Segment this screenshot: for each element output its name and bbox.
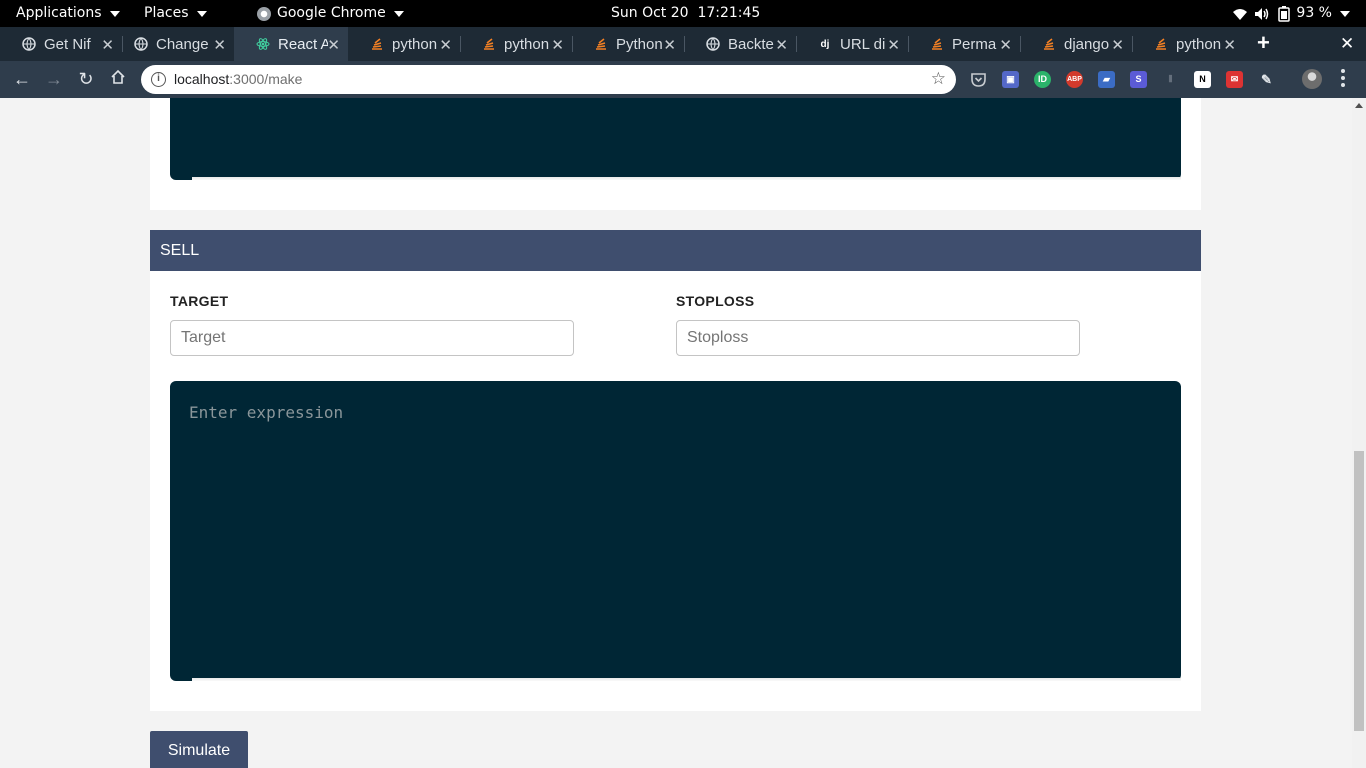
scrollbar-thumb[interactable] [1354, 451, 1364, 731]
battery-label: 93 % [1296, 5, 1332, 21]
extension-icon[interactable]: S [1130, 71, 1147, 88]
applications-label: Applications [16, 5, 102, 21]
chevron-down-icon [196, 10, 207, 17]
adblock-icon[interactable]: ABP [1066, 71, 1083, 88]
close-icon[interactable]: ✕ [663, 36, 676, 54]
datetime-label: Sun Oct 20 17:21:45 [611, 5, 761, 21]
chrome-icon [257, 6, 271, 21]
extension-icon[interactable]: ✎ [1258, 71, 1275, 88]
stackoverflow-icon [594, 37, 608, 51]
close-icon[interactable]: ✕ [439, 36, 452, 54]
stoploss-label: STOPLOSS [676, 293, 755, 309]
volume-icon [1255, 7, 1269, 20]
chevron-down-icon [1340, 10, 1350, 17]
tab-strip: Get Nif ✕ Change ✕ React A ✕ python ✕ py… [0, 27, 1366, 61]
page-scrollbar[interactable] [1352, 98, 1366, 768]
applications-menu[interactable]: Applications [16, 0, 120, 27]
buy-expression-editor[interactable] [170, 98, 1181, 180]
bookmark-star-icon[interactable]: ☆ [931, 69, 946, 89]
home-button[interactable] [108, 69, 128, 89]
browser-tab[interactable]: python ✕ [348, 27, 460, 61]
browser-tab[interactable]: Get Nif ✕ [0, 27, 122, 61]
browser-tab-active[interactable]: React A ✕ [234, 27, 348, 61]
sell-card: SELL TARGET STOPLOSS [150, 230, 1201, 711]
stoploss-input[interactable] [676, 320, 1080, 356]
new-tab-button[interactable]: + [1257, 32, 1270, 54]
page-viewport: SELL TARGET STOPLOSS Simulate [0, 98, 1352, 768]
browser-tab[interactable]: Python ✕ [572, 27, 684, 61]
close-icon[interactable]: ✕ [327, 36, 340, 54]
globe-icon [706, 37, 720, 51]
stackoverflow-icon [930, 37, 944, 51]
browser-tab[interactable]: Perma ✕ [908, 27, 1020, 61]
app-menu-label: Google Chrome [277, 5, 386, 21]
app-menu[interactable]: Google Chrome [257, 0, 404, 27]
places-label: Places [144, 5, 189, 21]
system-status-menu[interactable]: 93 % [1232, 0, 1350, 27]
close-icon[interactable]: ✕ [887, 36, 900, 54]
editor-resize-edge [192, 177, 1181, 180]
close-icon[interactable]: ✕ [1111, 36, 1124, 54]
chevron-down-icon [393, 10, 404, 17]
reload-button[interactable]: ↻ [76, 69, 96, 89]
extension-icon[interactable]: ✉ [1226, 71, 1243, 88]
home-icon [111, 69, 125, 84]
close-icon[interactable]: ✕ [551, 36, 564, 54]
close-icon[interactable]: ✕ [775, 36, 788, 54]
battery-icon [1278, 5, 1291, 22]
tab-title: Get Nif [44, 35, 91, 53]
tab-title: React A [278, 35, 328, 53]
tab-title: Change [156, 35, 209, 53]
close-icon[interactable]: ✕ [213, 36, 226, 54]
sell-expression-editor[interactable] [170, 381, 1181, 681]
info-icon[interactable]: i [151, 72, 166, 87]
browser-tab[interactable]: django ✕ [1020, 27, 1132, 61]
sell-header: SELL [150, 230, 1201, 271]
menu-icon[interactable] [1341, 69, 1347, 90]
browser-tab[interactable]: Change ✕ [112, 27, 234, 61]
notion-icon[interactable]: N [1194, 71, 1211, 88]
browser-tab[interactable]: Backte ✕ [684, 27, 796, 61]
stackoverflow-icon [482, 37, 496, 51]
simulate-button[interactable]: Simulate [150, 731, 248, 768]
target-label: TARGET [170, 293, 229, 309]
close-icon[interactable]: ✕ [1223, 36, 1236, 54]
globe-icon [22, 37, 36, 51]
globe-icon [134, 37, 148, 51]
stackoverflow-icon [370, 37, 384, 51]
extension-icon[interactable]: ▣ [1002, 71, 1019, 88]
extension-icon[interactable]: ▰ [1098, 71, 1115, 88]
window-close-button[interactable]: ✕ [1340, 34, 1354, 54]
chevron-down-icon [109, 10, 120, 17]
django-icon: dj [820, 38, 830, 50]
stackoverflow-icon [1042, 37, 1056, 51]
browser-tab[interactable]: dj URL di ✕ [796, 27, 908, 61]
stackoverflow-icon [1154, 37, 1168, 51]
react-icon [256, 37, 270, 51]
forward-button[interactable]: → [44, 69, 64, 89]
url-text[interactable]: localhost:3000/make [174, 71, 302, 87]
browser-toolbar: ← → ↻ i localhost:3000/make ☆ ▣ ID ABP ▰… [0, 61, 1366, 98]
editor-resize-edge [192, 678, 1181, 681]
avatar[interactable] [1302, 69, 1322, 89]
system-top-bar: Applications Places Google Chrome Sun Oc… [0, 0, 1366, 27]
browser-tab[interactable]: python ✕ [1132, 27, 1244, 61]
close-icon[interactable]: ✕ [999, 36, 1012, 54]
scroll-up-icon[interactable] [1355, 103, 1363, 108]
back-button[interactable]: ← [12, 69, 32, 89]
wifi-icon [1233, 8, 1248, 20]
browser-tab[interactable]: python ✕ [460, 27, 572, 61]
extension-icon[interactable]: ID [1034, 71, 1051, 88]
pocket-icon[interactable] [970, 71, 987, 88]
target-input[interactable] [170, 320, 574, 356]
address-bar[interactable]: i localhost:3000/make ☆ [141, 65, 956, 94]
url-path: :3000/make [229, 71, 303, 87]
clock[interactable]: Sun Oct 20 17:21:45 [611, 0, 760, 27]
url-host: localhost [174, 71, 230, 87]
places-menu[interactable]: Places [144, 0, 207, 27]
buy-card [150, 98, 1201, 210]
extension-icon[interactable]: ⦀ [1162, 71, 1179, 88]
